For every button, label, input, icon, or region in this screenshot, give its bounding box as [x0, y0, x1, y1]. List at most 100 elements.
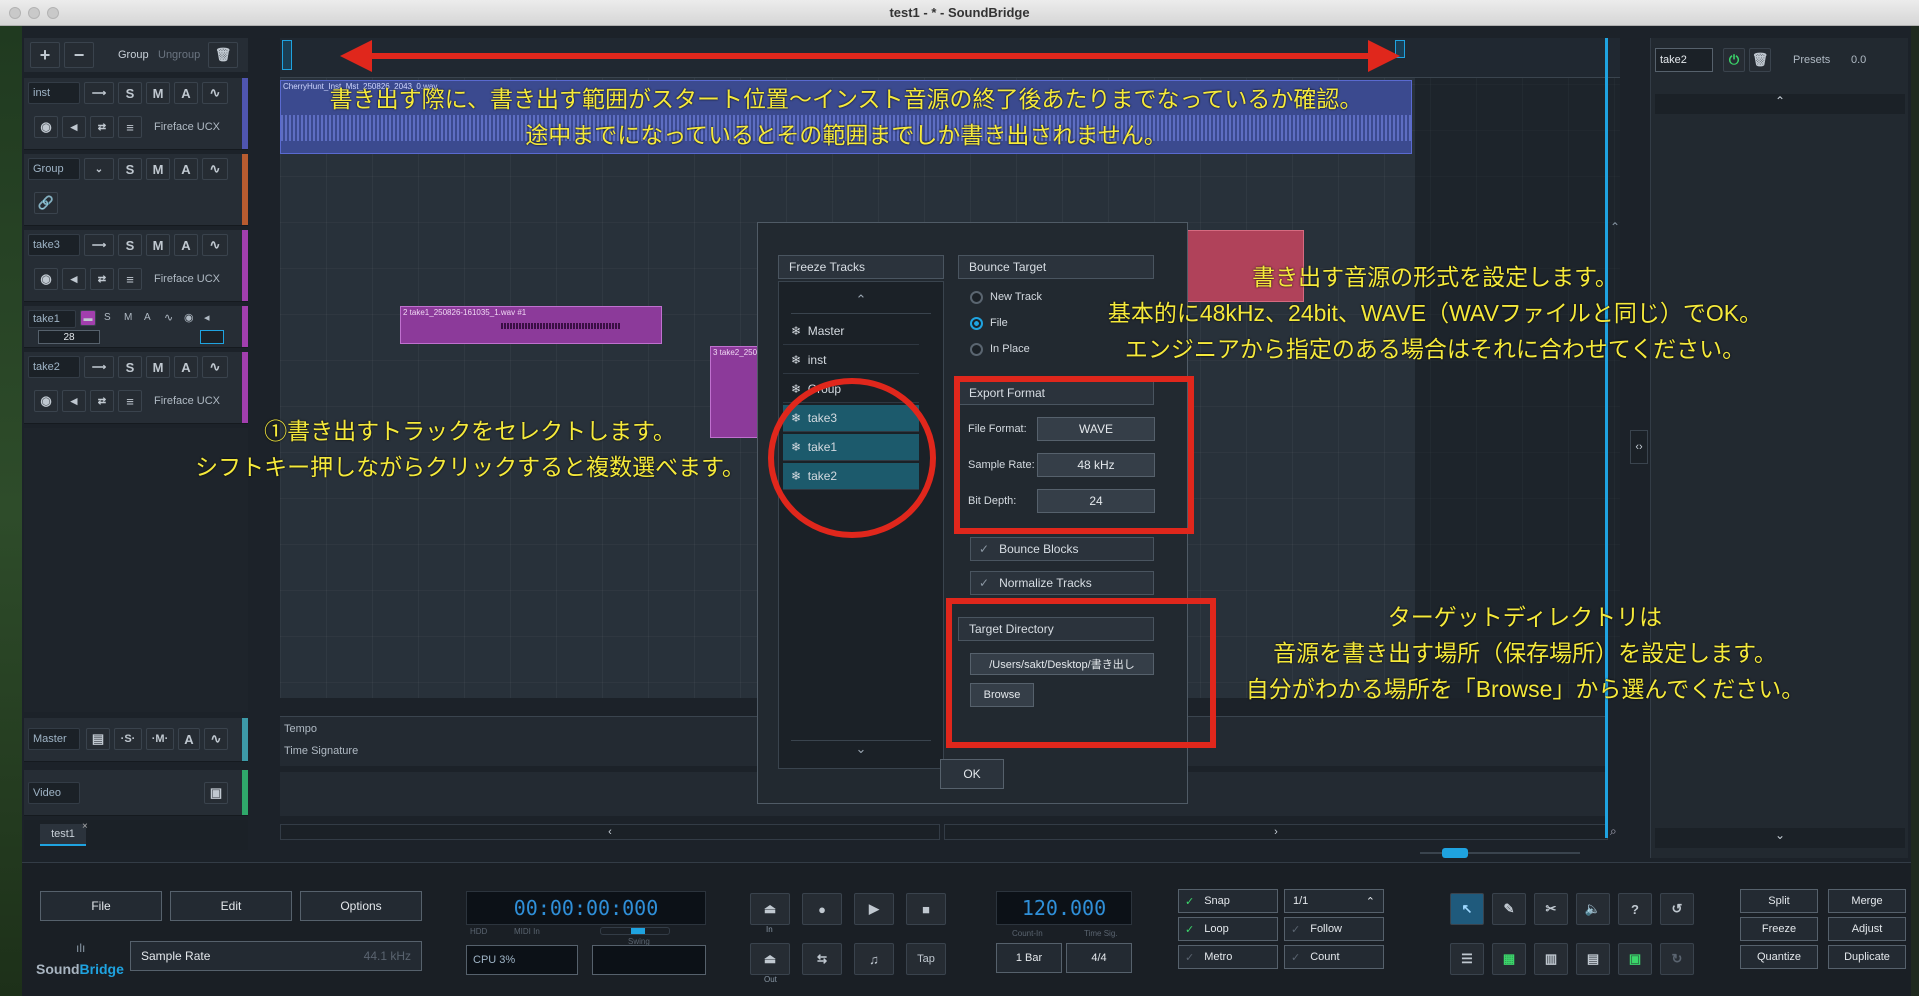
track-volume[interactable]: 28 — [38, 330, 100, 344]
time-display[interactable]: 00:00:00:000 — [466, 891, 706, 925]
file-menu-button[interactable]: File — [40, 891, 162, 921]
record-arm-icon[interactable]: ◉ — [34, 390, 58, 412]
collapse-icon[interactable]: ⌄ — [84, 158, 114, 180]
master-track[interactable]: Master ▤ ·S· ·M· A ∿ — [24, 718, 248, 762]
loop-start-marker[interactable] — [282, 40, 292, 70]
track-row-take1[interactable]: take1 ▬ S M A ∿ ◉ ◂ 28 — [24, 306, 248, 348]
curve-icon[interactable]: ∿ — [204, 728, 228, 750]
input-icon[interactable]: ▬ — [80, 310, 96, 326]
automation-button[interactable]: A — [174, 82, 198, 104]
inspector-view-icon[interactable]: ▣ — [1618, 943, 1652, 975]
track-row-inst[interactable]: inst ⟶ S M A ∿ ◉ ◂ ⇄ ≡ Fireface UCX — [24, 78, 248, 150]
trash-icon[interactable]: 🗑 — [1749, 48, 1771, 72]
menu-icon[interactable]: ≡ — [118, 268, 142, 290]
pointer-tool-icon[interactable]: ↖ — [1450, 893, 1484, 925]
monitor-icon[interactable]: ◂ — [204, 311, 210, 324]
mute-tool-icon[interactable]: 🔈 — [1576, 893, 1610, 925]
phase-icon[interactable]: ⇄ — [90, 268, 114, 290]
curve-icon[interactable]: ∿ — [202, 158, 228, 180]
ungroup-button[interactable]: Ungroup — [158, 49, 200, 61]
mute-button[interactable]: M — [124, 312, 132, 323]
inspector-track-name[interactable]: take2 — [1655, 48, 1713, 72]
record-arm-icon[interactable]: ◉ — [34, 116, 58, 138]
count-toggle[interactable]: ✓ Count — [1284, 945, 1384, 969]
solo-button[interactable]: S — [118, 234, 142, 256]
ok-button[interactable]: OK — [940, 759, 1004, 789]
project-tab[interactable]: test1 — [40, 824, 86, 846]
phase-icon[interactable]: ⇄ — [90, 116, 114, 138]
adjust-button[interactable]: Adjust — [1828, 917, 1906, 941]
loop-toggle[interactable]: ✓ Loop — [1178, 917, 1278, 941]
curve-icon[interactable]: ∿ — [202, 356, 228, 378]
help-icon[interactable]: ? — [1618, 893, 1652, 925]
list-scroll-up-icon[interactable]: ⌃ — [791, 292, 931, 314]
video-icon[interactable]: ▣ — [204, 782, 228, 804]
record-arm-icon[interactable]: ◉ — [34, 268, 58, 290]
quantize-select[interactable]: 1/1 ⌃ — [1284, 889, 1384, 913]
track-name[interactable]: take3 — [28, 234, 80, 256]
swing-slider[interactable] — [600, 927, 670, 935]
presets-button[interactable]: Presets — [1793, 54, 1830, 66]
track-slider[interactable] — [200, 330, 224, 344]
quantize-button[interactable]: Quantize — [1740, 945, 1818, 969]
mute-button[interactable]: M — [146, 82, 170, 104]
solo-button[interactable]: S — [118, 82, 142, 104]
menu-icon[interactable]: ≡ — [118, 116, 142, 138]
list-view-icon[interactable]: ☰ — [1450, 943, 1484, 975]
take1-clip[interactable]: 2 take1_250826-161035_1.wav #1 — [400, 306, 662, 344]
monitor-icon[interactable]: ◂ — [62, 116, 86, 138]
inspector-value[interactable]: 0.0 — [1851, 54, 1866, 66]
automation-button[interactable]: A — [178, 728, 200, 750]
duplicate-button[interactable]: Duplicate — [1828, 945, 1906, 969]
panel-toggle-icon[interactable]: ‹› — [1630, 430, 1648, 464]
options-menu-button[interactable]: Options — [300, 891, 422, 921]
punch-in-icon[interactable]: ⏏ — [750, 893, 790, 925]
pencil-tool-icon[interactable]: ✎ — [1492, 893, 1526, 925]
scroll-left-button[interactable]: ‹ — [280, 824, 940, 840]
automation-button[interactable]: A — [174, 356, 198, 378]
close-window-icon[interactable] — [9, 7, 21, 19]
track-name[interactable]: inst — [28, 82, 80, 104]
freeze-item-master[interactable]: ❄ Master — [783, 318, 919, 345]
note-icon[interactable]: ♫ — [854, 943, 894, 975]
zoom-window-icon[interactable] — [47, 7, 59, 19]
freeze-item-inst[interactable]: ❄ inst — [783, 347, 919, 374]
inspector-scroll-down[interactable]: ⌄ — [1655, 828, 1905, 848]
punch-out-icon[interactable]: ⏏ — [750, 943, 790, 975]
mute-button[interactable]: ·M· — [146, 728, 174, 750]
add-track-button[interactable]: + — [30, 42, 60, 68]
monitor-icon[interactable]: ◂ — [62, 268, 86, 290]
zoom-slider[interactable] — [1420, 848, 1580, 858]
notes-icon[interactable]: ▤ — [86, 728, 110, 750]
radio-new-track[interactable] — [970, 291, 983, 304]
solo-button[interactable]: ·S· — [114, 728, 142, 750]
curve-icon[interactable]: ∿ — [202, 234, 228, 256]
phase-icon[interactable]: ⇄ — [90, 390, 114, 412]
radio-file[interactable] — [970, 317, 983, 330]
automation-button[interactable]: A — [174, 158, 198, 180]
link-icon[interactable]: 🔗 — [34, 192, 58, 214]
midi-icon[interactable]: ⇆ — [802, 943, 842, 975]
redo-icon[interactable]: ↻ — [1660, 943, 1694, 975]
input-routing-icon[interactable]: ⟶ — [84, 82, 114, 104]
undo-icon[interactable]: ↺ — [1660, 893, 1694, 925]
stop-icon[interactable]: ■ — [906, 893, 946, 925]
video-track[interactable]: Video ▣ — [24, 770, 248, 816]
menu-icon[interactable]: ≡ — [118, 390, 142, 412]
mixer-view-icon[interactable]: ▦ — [1492, 943, 1526, 975]
merge-button[interactable]: Merge — [1828, 889, 1906, 913]
count-in-select[interactable]: 1 Bar — [996, 943, 1062, 973]
curve-icon[interactable]: ∿ — [202, 82, 228, 104]
solo-button[interactable]: S — [104, 312, 111, 323]
edit-menu-button[interactable]: Edit — [170, 891, 292, 921]
power-icon[interactable]: ⏻ — [1723, 48, 1745, 72]
minimize-window-icon[interactable] — [28, 7, 40, 19]
track-row-group[interactable]: Group ⌄ S M A ∿ 🔗 — [24, 154, 248, 226]
mute-button[interactable]: M — [146, 158, 170, 180]
monitor-icon[interactable]: ◂ — [62, 390, 86, 412]
device-label[interactable]: Fireface UCX — [154, 121, 220, 133]
device-label[interactable]: Fireface UCX — [154, 273, 220, 285]
automation-button[interactable]: A — [174, 234, 198, 256]
close-tab-icon[interactable]: × — [82, 821, 88, 832]
metro-toggle[interactable]: ✓ Metro — [1178, 945, 1278, 969]
